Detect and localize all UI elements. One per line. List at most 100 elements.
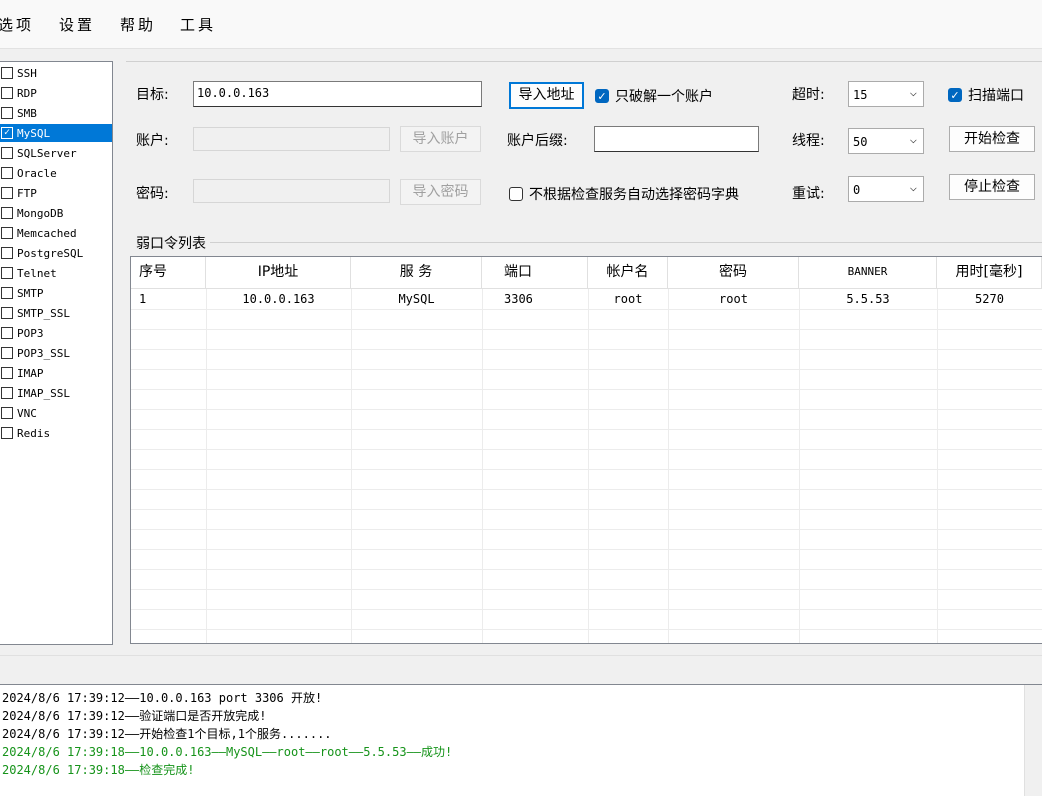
checkbox-unchecked-icon[interactable] [1, 267, 13, 279]
checkbox-unchecked-icon[interactable] [1, 187, 13, 199]
timeout-select[interactable]: 15 ⌵ [848, 81, 924, 107]
table-cell[interactable]: 1 [131, 289, 206, 309]
service-item-memcached[interactable]: Memcached [0, 224, 112, 242]
service-item-smtp-ssl[interactable]: SMTP_SSL [0, 304, 112, 322]
checkbox-unchecked-icon[interactable] [1, 167, 13, 179]
threads-value: 50 [853, 135, 868, 149]
table-cell[interactable]: root [588, 289, 668, 309]
checkbox-unchecked-icon[interactable] [1, 307, 13, 319]
service-label: FTP [17, 186, 37, 200]
table-cell[interactable]: 5.5.53 [799, 289, 937, 309]
service-item-smtp[interactable]: SMTP [0, 284, 112, 302]
checkbox-unchecked-icon[interactable] [1, 207, 13, 219]
log-line: 2024/8/6 17:39:12——10.0.0.163 port 3306 … [2, 691, 323, 705]
table-cell[interactable]: 10.0.0.163 [206, 289, 351, 309]
menu-help[interactable]: 帮助 [120, 14, 156, 35]
service-label: IMAP_SSL [17, 386, 70, 400]
row-divider [131, 629, 1042, 630]
menu-options[interactable]: 选项 [0, 14, 34, 35]
table-cell[interactable]: 5270 [937, 289, 1042, 309]
service-item-oracle[interactable]: Oracle [0, 164, 112, 182]
service-label: POP3 [17, 326, 44, 340]
checkbox-unchecked-icon[interactable] [1, 327, 13, 339]
log-panel[interactable]: 2024/8/6 17:39:12——10.0.0.163 port 3306 … [0, 684, 1042, 796]
account-suffix-input[interactable] [594, 126, 759, 152]
checkbox-unchecked-icon[interactable] [1, 287, 13, 299]
results-table[interactable]: 序号 IP地址服 务端口 帐户名 密码 BANNER 用时[毫秒] 1 10.0.0.163 M… [130, 256, 1042, 644]
column-header[interactable]: 用时[毫秒] [937, 257, 1042, 289]
service-list[interactable]: SSH RDP SMB ✓ MySQL SQLServer Oracle FTP MongoDB… [0, 61, 113, 645]
service-item-imap-ssl[interactable]: IMAP_SSL [0, 384, 112, 402]
service-item-redis[interactable]: Redis [0, 424, 112, 442]
checkbox-unchecked-icon[interactable] [1, 227, 13, 239]
service-label: SMTP_SSL [17, 306, 70, 320]
checkbox-unchecked-icon[interactable] [1, 387, 13, 399]
account-input[interactable] [193, 127, 390, 151]
row-divider [131, 369, 1042, 370]
checkbox-unchecked-icon[interactable] [1, 147, 13, 159]
checkbox-unchecked-icon[interactable] [1, 107, 13, 119]
table-cell[interactable]: root [668, 289, 799, 309]
service-label: MySQL [17, 126, 51, 140]
service-item-ftp[interactable]: FTP [0, 184, 112, 202]
checkbox-unchecked-icon [509, 187, 523, 201]
checkbox-checked-icon[interactable]: ✓ [1, 127, 13, 139]
target-label: 目标: [136, 87, 169, 103]
column-header[interactable]: 帐户名 [588, 257, 668, 289]
service-label: Redis [17, 426, 51, 440]
column-header[interactable]: 端口 [482, 257, 588, 289]
service-item-mysql[interactable]: ✓ MySQL [0, 124, 112, 142]
import-password-button[interactable]: 导入密码 [400, 179, 481, 205]
service-item-postgresql[interactable]: PostgreSQL [0, 244, 112, 262]
threads-select[interactable]: 50 ⌵ [848, 128, 924, 154]
menu-settings[interactable]: 设置 [59, 14, 95, 35]
service-item-imap[interactable]: IMAP [0, 364, 112, 382]
password-input[interactable] [193, 179, 390, 203]
chevron-down-icon: ⌵ [909, 132, 917, 146]
service-item-sqlserver[interactable]: SQLServer [0, 144, 112, 162]
service-item-telnet[interactable]: Telnet [0, 264, 112, 282]
start-check-button[interactable]: 开始检查 [949, 126, 1035, 152]
log-scrollbar[interactable] [1024, 685, 1042, 796]
service-item-rdp[interactable]: RDP [0, 84, 112, 102]
service-label: SMB [17, 106, 37, 120]
row-divider [131, 449, 1042, 450]
timeout-value: 15 [853, 88, 868, 102]
checkbox-unchecked-icon[interactable] [1, 367, 13, 379]
scan-port-checkbox[interactable]: ✓ 扫描端口 [948, 85, 1024, 105]
service-item-mongodb[interactable]: MongoDB [0, 204, 112, 222]
column-header[interactable]: 服 务 [351, 257, 482, 289]
menu-tools[interactable]: 工具 [180, 14, 216, 35]
menu-bar: 选项 设置 帮助 工具 [0, 0, 1042, 49]
stop-check-button[interactable]: 停止检查 [949, 174, 1035, 200]
column-header[interactable]: 密码 [668, 257, 799, 289]
column-header[interactable]: 序号 [131, 257, 206, 289]
service-item-ssh[interactable]: SSH [0, 64, 112, 82]
service-label: RDP [17, 86, 37, 100]
threads-label: 线程: [792, 133, 825, 149]
crack-one-checkbox[interactable]: ✓ 只破解一个账户 [595, 86, 713, 106]
checkbox-unchecked-icon[interactable] [1, 247, 13, 259]
import-address-button[interactable]: 导入地址 [509, 82, 584, 109]
column-header[interactable]: BANNER [799, 257, 937, 289]
import-account-button[interactable]: 导入账户 [400, 126, 481, 152]
service-item-vnc[interactable]: VNC [0, 404, 112, 422]
column-header[interactable]: IP地址 [206, 257, 351, 289]
table-cell[interactable]: MySQL [351, 289, 482, 309]
retry-select[interactable]: 0 ⌵ [848, 176, 924, 202]
service-item-smb[interactable]: SMB [0, 104, 112, 122]
row-divider [131, 589, 1042, 590]
target-input[interactable]: 10.0.0.163 [193, 81, 482, 107]
row-divider [131, 329, 1042, 330]
log-line: 2024/8/6 17:39:12——开始检查1个目标,1个服务....... [2, 727, 332, 741]
auto-dict-checkbox[interactable]: 不根据检查服务自动选择密码字典 [509, 184, 739, 204]
service-item-pop3[interactable]: POP3 [0, 324, 112, 342]
checkbox-unchecked-icon[interactable] [1, 347, 13, 359]
table-cell[interactable]: 3306 [482, 289, 588, 309]
checkbox-unchecked-icon[interactable] [1, 427, 13, 439]
service-item-pop3-ssl[interactable]: POP3_SSL [0, 344, 112, 362]
checkbox-unchecked-icon[interactable] [1, 407, 13, 419]
checkbox-unchecked-icon[interactable] [1, 87, 13, 99]
row-divider [131, 529, 1042, 530]
checkbox-unchecked-icon[interactable] [1, 67, 13, 79]
